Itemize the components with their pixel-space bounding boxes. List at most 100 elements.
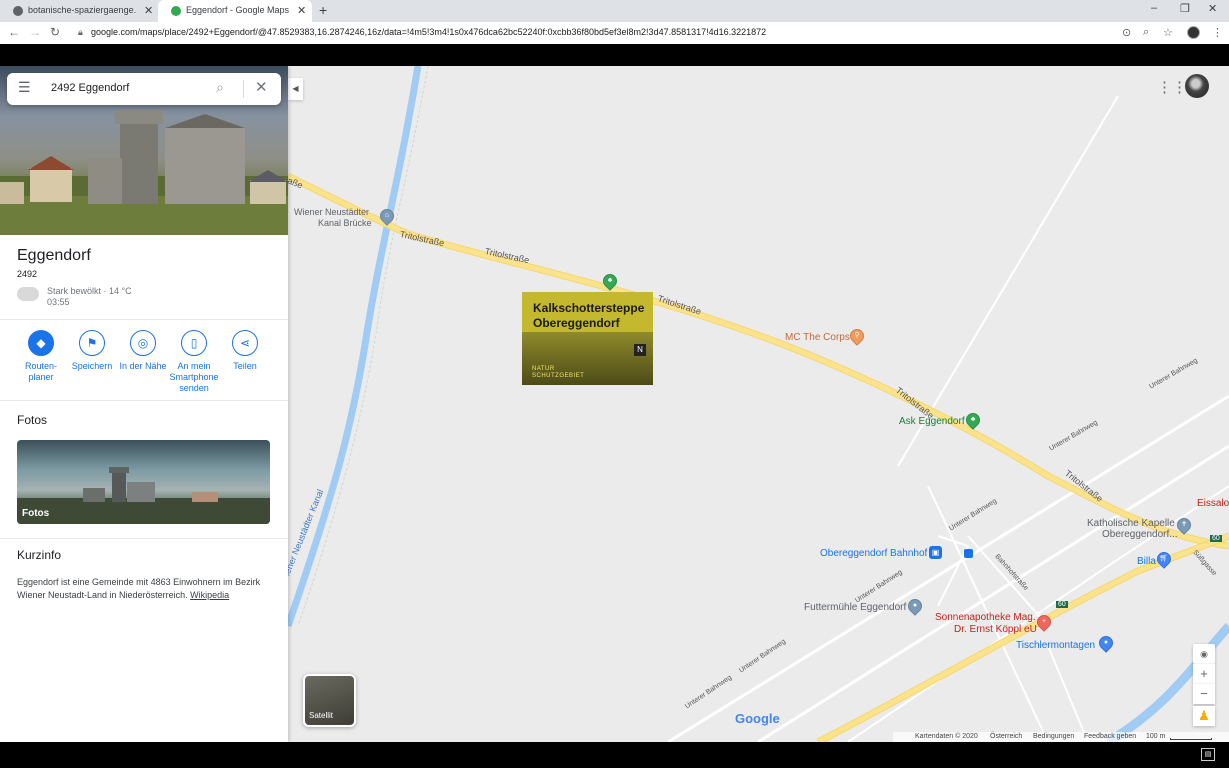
local-time: 03:55 xyxy=(47,297,70,307)
back-icon[interactable]: ← xyxy=(8,25,20,39)
map-data-credit: Kartendaten © 2020 xyxy=(915,733,978,740)
restore-icon[interactable]: ❐ xyxy=(1180,2,1190,15)
notification-icon[interactable]: ▤ xyxy=(1201,748,1215,761)
road-label: 60 xyxy=(1210,535,1222,542)
place-title: Eggendorf xyxy=(17,247,91,264)
send-to-phone-icon: ▯ xyxy=(181,330,207,356)
avatar[interactable] xyxy=(1185,74,1209,98)
minimize-icon[interactable]: – xyxy=(1151,2,1157,14)
poi-label-kapelle[interactable]: Katholische Kapelle xyxy=(1087,518,1175,529)
send-to-phone-button[interactable]: ▯ An mein Smartphone senden xyxy=(169,330,219,394)
close-window-icon[interactable]: ✕ xyxy=(1208,2,1217,15)
my-location-button[interactable]: ◉ xyxy=(1193,644,1215,664)
taskbar xyxy=(0,742,1229,768)
photos-overlay-label: Fotos xyxy=(22,508,50,519)
cloud-icon xyxy=(17,287,39,301)
poi-label-apotheke[interactable]: Sonnenapotheke Mag. xyxy=(935,612,1036,623)
feedback-link[interactable]: Feedback geben xyxy=(1084,733,1136,740)
maps-pin-icon xyxy=(171,6,181,16)
more-icon[interactable]: ⋮ xyxy=(1212,26,1223,39)
poi-label-billa[interactable]: Billa xyxy=(1137,556,1156,567)
action-label: Speichern xyxy=(71,361,113,371)
search-divider xyxy=(243,80,244,98)
info-heading: Kurzinfo xyxy=(17,548,62,562)
photos-heading: Fotos xyxy=(17,413,48,427)
search-input[interactable]: 2492 Eggendorf xyxy=(51,82,129,94)
bookmark-icon: ⚑ xyxy=(79,330,105,356)
nearby-button[interactable]: ◎ In der Nähe xyxy=(118,330,168,372)
sign-line2: Obereggendorf xyxy=(533,316,620,330)
search-icon[interactable]: ⌕ xyxy=(216,79,224,96)
share-icon: ⋖ xyxy=(232,330,258,356)
poi-label-bahnhof[interactable]: Obereggendorf Bahnhof xyxy=(820,548,927,559)
bus-stop-icon[interactable] xyxy=(964,549,973,558)
sign-line3: NATUR xyxy=(532,366,555,372)
place-panel: ☰ 2492 Eggendorf ⌕ ✕ Eggendorf 2492 Star… xyxy=(0,66,288,742)
road-label: 60 xyxy=(1056,601,1068,608)
map-footer: Kartendaten © 2020 Österreich Bedingunge… xyxy=(893,732,1229,742)
divider xyxy=(0,538,288,539)
new-tab-icon[interactable]: + xyxy=(319,2,327,18)
divider xyxy=(0,400,288,401)
info-description: Eggendorf ist eine Gemeinde mit 4863 Ein… xyxy=(17,576,277,602)
browser-profile-avatar[interactable] xyxy=(1187,26,1200,39)
forward-icon[interactable]: → xyxy=(29,25,41,39)
zoom-icon[interactable]: ⌕ xyxy=(1143,26,1149,39)
poi-label-tischler[interactable]: Tischlermontagen xyxy=(1016,640,1095,651)
poi-label-mc-the-corps[interactable]: MC The Corps xyxy=(785,332,850,343)
poi-label[interactable]: Wiener Neustädter xyxy=(294,207,369,217)
scale-bar xyxy=(1170,738,1212,740)
star-icon[interactable]: ☆ xyxy=(1163,26,1173,39)
poi-label[interactable]: Kanal Brücke xyxy=(318,218,372,228)
close-tab-icon[interactable]: ✕ xyxy=(297,4,306,17)
sign-badge: N xyxy=(634,344,646,356)
google-logo: Google xyxy=(735,711,780,726)
train-station-icon[interactable]: ▣ xyxy=(929,546,942,559)
tab-title: Eggendorf - Google Maps xyxy=(186,5,290,15)
street-view-pegman-icon[interactable]: ♟ xyxy=(1193,706,1215,726)
divider xyxy=(0,319,288,320)
action-label: An mein Smartphone senden xyxy=(169,361,219,393)
sign-lower-text: NATUR SCHUTZGEBIET N xyxy=(522,332,653,385)
photos-thumbnail[interactable]: Fotos xyxy=(17,440,270,524)
tab-title: botanische-spaziergaenge.at • Fö xyxy=(28,5,136,15)
globe-icon xyxy=(13,6,23,16)
hamburger-menu-icon[interactable]: ☰ xyxy=(18,79,31,96)
scale-label[interactable]: 100 m xyxy=(1146,733,1165,740)
satellite-toggle[interactable]: Satellit xyxy=(303,674,356,727)
poi-label-ask-eggendorf[interactable]: Ask Eggendorf xyxy=(899,416,965,427)
poi-label-apotheke[interactable]: Dr. Ernst Köppl eU xyxy=(954,624,1037,635)
action-label: Routen- planer xyxy=(24,361,58,382)
collapse-panel-button[interactable]: ◀ xyxy=(288,78,303,100)
nearby-icon: ◎ xyxy=(130,330,156,356)
close-icon[interactable]: ✕ xyxy=(255,78,268,96)
browser-tab-bar: botanische-spaziergaenge.at • Fö ✕ Eggen… xyxy=(0,0,1229,22)
browser-toolbar: ← → ↻ 🔒︎ google.com/maps/place/2492+Egge… xyxy=(0,22,1229,44)
close-tab-icon[interactable]: ✕ xyxy=(144,4,153,17)
share-button[interactable]: ⋖ Teilen xyxy=(220,330,270,372)
browser-tab-google-maps[interactable]: Eggendorf - Google Maps ✕ xyxy=(158,0,312,22)
action-label: In der Nähe xyxy=(119,361,167,371)
address-bar[interactable]: google.com/maps/place/2492+Eggendorf/@47… xyxy=(91,27,766,37)
poi-label-futtermuehle[interactable]: Futtermühle Eggendorf xyxy=(804,602,906,613)
poi-label-kapelle[interactable]: Obereggendorf... xyxy=(1102,529,1178,540)
poi-label-eissalon[interactable]: Eissalon le xyxy=(1197,498,1229,509)
search-box[interactable]: ☰ 2492 Eggendorf ⌕ ✕ xyxy=(7,73,281,105)
bookmark-bar xyxy=(0,44,1229,66)
country-link[interactable]: Österreich xyxy=(990,733,1022,740)
terms-link[interactable]: Bedingungen xyxy=(1033,733,1074,740)
zoom-out-button[interactable]: − xyxy=(1193,684,1215,704)
reload-icon[interactable]: ↻ xyxy=(50,25,60,39)
location-icon[interactable]: ⊙ xyxy=(1122,26,1131,39)
sign-line1: Kalkschottersteppe xyxy=(533,301,645,315)
satellite-label: Satellit xyxy=(309,711,334,720)
action-label: Teilen xyxy=(233,361,257,371)
lock-icon[interactable]: 🔒︎ xyxy=(78,27,83,38)
zoom-in-button[interactable]: + xyxy=(1193,664,1215,684)
save-button[interactable]: ⚑ Speichern xyxy=(67,330,117,372)
nature-reserve-photo[interactable]: Kalkschottersteppe Obereggendorf NATUR S… xyxy=(522,292,653,385)
wikipedia-link[interactable]: Wikipedia xyxy=(190,590,229,600)
map-canvas[interactable]: aße Wiener Neustädter Kanal Brücke ⌂ Tri… xyxy=(288,66,1229,742)
browser-tab-botanische[interactable]: botanische-spaziergaenge.at • Fö ✕ xyxy=(0,0,158,22)
directions-button[interactable]: ◆ Routen- planer xyxy=(16,330,66,383)
